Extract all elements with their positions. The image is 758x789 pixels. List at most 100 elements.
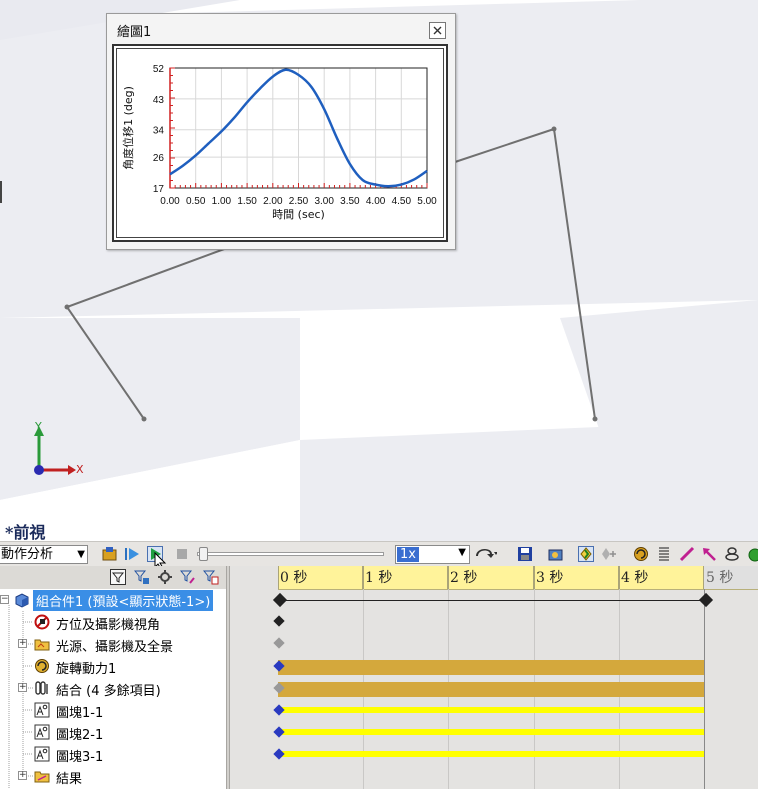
playback-speed-value: 1x xyxy=(397,547,419,562)
graphics-viewport[interactable]: Y X 繪圖1 0.00 0.50 1.00 1.50 2.00 2.50 3.00 3.50… xyxy=(0,0,758,545)
filter-driving-icon[interactable] xyxy=(133,569,150,585)
ruler-label: 5 秒 xyxy=(706,570,734,586)
expand-icon[interactable]: + xyxy=(18,683,27,692)
motion-manager: 動作分析 ▼ 1x ▼ − 組合件1 (預設<顯示狀態-1>) 方位及攝影機視角… xyxy=(0,541,758,789)
x-tick-label: 5.00 xyxy=(417,196,437,207)
mates-time-bar[interactable] xyxy=(278,682,704,697)
study-type-select[interactable]: 動作分析 ▼ xyxy=(0,545,88,564)
tree-item-label: 結果 xyxy=(56,772,83,787)
y-tick-label: 52 xyxy=(153,64,165,75)
expand-icon[interactable]: + xyxy=(18,771,27,780)
chevron-down-icon: ▼ xyxy=(77,549,85,560)
link-joint xyxy=(64,304,70,310)
timeline-margin xyxy=(230,566,278,789)
filter-results-icon[interactable] xyxy=(179,569,196,585)
x-tick-label: 3.00 xyxy=(314,196,334,207)
results-icon xyxy=(34,768,50,784)
playback-speed-select[interactable]: 1x ▼ xyxy=(395,545,470,564)
playback-mode-icon[interactable] xyxy=(475,546,498,562)
tree-item-orientation-camera[interactable]: 方位及攝影機視角 xyxy=(0,611,226,633)
spring-icon[interactable] xyxy=(656,546,672,562)
block1-time-bar[interactable] xyxy=(278,707,704,713)
left-edge-marker xyxy=(0,181,2,203)
lights-cameras-scene-icon xyxy=(34,636,50,652)
tree-item-block-1[interactable]: 圖塊1-1 xyxy=(0,699,226,721)
tree-item-label: 圖塊1-1 xyxy=(56,706,104,721)
timeline-area[interactable]: 0 秒 1 秒 2 秒 3 秒 4 秒 5 秒 xyxy=(272,566,758,789)
x-tick-label: 4.50 xyxy=(392,196,412,207)
x-tick-label: 1.50 xyxy=(237,196,257,207)
tree-item-label: 圖塊2-1 xyxy=(56,728,104,743)
tree-item-lights-cameras[interactable]: + 光源、攝影機及全景 xyxy=(0,633,226,655)
ruler-label: 0 秒 xyxy=(280,570,308,586)
tree-item-results[interactable]: + 結果 xyxy=(0,765,226,787)
playback-slider[interactable] xyxy=(197,552,384,556)
assembly-icon xyxy=(14,592,30,608)
x-tick-label: 3.50 xyxy=(340,196,360,207)
time-ruler[interactable]: 0 秒 1 秒 2 秒 3 秒 4 秒 5 秒 xyxy=(278,566,758,590)
damper-icon[interactable] xyxy=(679,546,695,562)
chevron-down-icon: ▼ xyxy=(458,547,466,558)
playback-slider-thumb[interactable] xyxy=(199,547,208,561)
y-tick-label: 43 xyxy=(153,95,165,106)
plot-frame: 0.00 0.50 1.00 1.50 2.00 2.50 3.00 3.50 4.00 4.50… xyxy=(112,44,448,242)
x-tick-label: 4.00 xyxy=(366,196,386,207)
force-icon[interactable] xyxy=(701,546,717,562)
collapse-icon[interactable]: − xyxy=(0,595,9,604)
tree-item-rotary-motor[interactable]: 旋轉動力1 xyxy=(0,655,226,677)
y-tick-label: 34 xyxy=(153,126,165,137)
close-icon[interactable] xyxy=(429,22,446,39)
tree-item-assembly[interactable]: − 組合件1 (預設<顯示狀態-1>) xyxy=(0,589,226,611)
tree-item-mates[interactable]: + 結合 (4 多餘項目) xyxy=(0,677,226,699)
triad-x-label: X xyxy=(76,463,84,476)
ruler-label: 1 秒 xyxy=(365,570,393,586)
block-icon xyxy=(34,702,50,718)
x-tick-label: 2.50 xyxy=(289,196,309,207)
block-icon xyxy=(34,724,50,740)
tree-item-label: 組合件1 (預設<顯示狀態-1>) xyxy=(33,590,214,611)
y-tick-label: 17 xyxy=(153,184,165,195)
motion-feature-tree: − 組合件1 (預設<顯示狀態-1>) 方位及攝影機視角 + 光源、攝影機及全景… xyxy=(0,589,226,789)
motor-time-bar[interactable] xyxy=(278,660,704,675)
filter-selected-icon[interactable] xyxy=(157,569,173,585)
autokey-icon[interactable] xyxy=(578,546,594,562)
tree-item-block-3[interactable]: 圖塊3-1 xyxy=(0,743,226,765)
animation-wizard-icon[interactable] xyxy=(548,546,564,562)
angle-displacement-chart: 0.00 0.50 1.00 1.50 2.00 2.50 3.00 3.50 4.00 4.50… xyxy=(121,64,437,221)
filter-options-icon[interactable] xyxy=(202,569,219,585)
tree-item-label: 方位及攝影機視角 xyxy=(56,618,161,633)
plot-window-title: 繪圖1 xyxy=(117,25,152,40)
y-tick-label: 26 xyxy=(153,153,165,164)
tree-item-label: 圖塊3-1 xyxy=(56,750,104,765)
calculate-icon[interactable] xyxy=(102,546,118,562)
save-animation-icon[interactable] xyxy=(517,546,533,562)
x-tick-label: 1.00 xyxy=(212,196,232,207)
ruler-label: 4 秒 xyxy=(621,570,649,586)
tree-item-label: 旋轉動力1 xyxy=(56,662,117,677)
y-axis-label: 角度位移1 (deg) xyxy=(121,86,135,170)
plot-window[interactable]: 繪圖1 0.00 0.50 1.00 1.50 2.00 2.50 3.00 3.50 4.00… xyxy=(106,13,456,250)
keypoint-assembly-end[interactable] xyxy=(698,592,714,608)
stop-icon[interactable] xyxy=(174,546,190,562)
play-from-start-icon[interactable] xyxy=(124,546,140,562)
ruler-ticks xyxy=(278,566,758,589)
x-tick-label: 2.00 xyxy=(263,196,283,207)
filter-toolbar xyxy=(0,566,226,590)
block2-time-bar[interactable] xyxy=(278,729,704,735)
contact-icon[interactable] xyxy=(724,546,740,562)
filter-animated-icon[interactable] xyxy=(110,569,126,585)
link-joint xyxy=(141,416,147,422)
study-type-value: 動作分析 xyxy=(1,547,54,562)
ruler-label: 2 秒 xyxy=(450,570,478,586)
expand-icon[interactable]: + xyxy=(18,639,27,648)
triad-y-label: Y xyxy=(35,420,42,433)
gravity-icon[interactable] xyxy=(747,546,758,562)
motor-icon[interactable] xyxy=(633,546,649,562)
add-key-icon[interactable] xyxy=(600,546,616,562)
block3-time-bar[interactable] xyxy=(278,751,704,757)
tree-item-label: 光源、攝影機及全景 xyxy=(56,640,174,655)
tree-item-block-2[interactable]: 圖塊2-1 xyxy=(0,721,226,743)
orientation-camera-icon xyxy=(34,614,50,630)
block-icon xyxy=(34,746,50,762)
motion-toolbar: 動作分析 ▼ 1x ▼ xyxy=(0,541,758,570)
